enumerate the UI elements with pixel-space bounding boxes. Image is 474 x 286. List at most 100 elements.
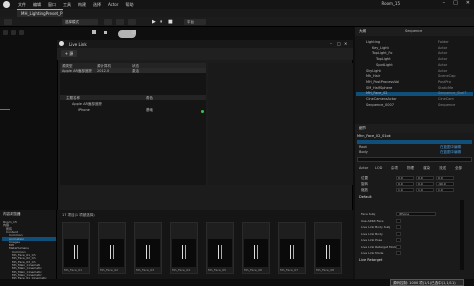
section-live-retarget[interactable]: Live Retarget bbox=[359, 258, 382, 262]
menu-window[interactable]: 窗口 bbox=[48, 2, 56, 8]
subject-name-header[interactable]: 主题名称 bbox=[66, 96, 80, 101]
details-tab[interactable]: 全部 bbox=[455, 166, 462, 171]
window-controls: – □ ✕ bbox=[443, 0, 470, 6]
pause-icon[interactable]: ⏸ bbox=[160, 19, 163, 25]
transform-field[interactable]: 1.0 bbox=[436, 188, 454, 192]
transform-label: 旋转 bbox=[361, 182, 368, 186]
source-machine: 2012.0 bbox=[97, 69, 110, 73]
item-count: 17 项目(1 项被选择) bbox=[62, 213, 95, 217]
add-source-button[interactable]: + 源 bbox=[61, 50, 77, 57]
mode-select-button[interactable]: 选择模式 bbox=[62, 19, 98, 25]
details-search[interactable] bbox=[357, 157, 472, 162]
asset-thumbnail bbox=[100, 239, 124, 267]
close-icon[interactable]: ✕ bbox=[344, 41, 347, 46]
perspective-icon[interactable] bbox=[11, 30, 16, 35]
level-tab[interactable]: MH_LightingPreset_P bbox=[17, 9, 63, 17]
save-icon[interactable] bbox=[4, 19, 12, 25]
blueprint-icon[interactable] bbox=[116, 19, 124, 25]
edit-in-blueprint-link[interactable]: 在蓝图中编辑 bbox=[440, 150, 461, 155]
light-icon bbox=[92, 30, 96, 34]
menu-build[interactable]: 构建 bbox=[78, 2, 86, 8]
metahuman-figure-icon bbox=[146, 245, 150, 259]
outliner-item[interactable]: CineCameraActor bbox=[366, 97, 397, 101]
asset-thumbnail bbox=[172, 239, 196, 267]
outliner-item[interactable]: SM_HalfSphere bbox=[366, 86, 392, 90]
menu-select[interactable]: 选择 bbox=[93, 2, 101, 8]
asset-tile[interactable]: Mh_Face_07 bbox=[278, 222, 306, 274]
transform-value: 0.0 bbox=[418, 182, 423, 186]
close-icon[interactable]: ✕ bbox=[466, 0, 470, 6]
livelink-property: Live Link Mode bbox=[361, 251, 384, 255]
play-icon[interactable]: ▶ bbox=[152, 19, 156, 25]
details-tab[interactable]: Actor bbox=[359, 166, 368, 170]
cinematics-icon[interactable] bbox=[128, 19, 136, 25]
face-subject-dropdown[interactable]: iPhone bbox=[396, 212, 436, 216]
details-title: 细节 bbox=[359, 126, 366, 130]
details-tab[interactable]: 物理 bbox=[407, 166, 414, 171]
outliner-item[interactable]: SpotLight bbox=[376, 63, 393, 67]
outliner-item[interactable]: Sequence_0007 bbox=[366, 103, 394, 107]
subject-iphone[interactable]: iPhone bbox=[78, 108, 90, 112]
transform-field[interactable]: 0.0 bbox=[436, 176, 454, 180]
outliner-item[interactable]: SkyLight bbox=[366, 69, 381, 73]
minimize-icon[interactable]: – bbox=[330, 41, 332, 46]
outliner-item[interactable]: TopLight bbox=[376, 57, 391, 61]
livelink-checkbox[interactable] bbox=[396, 251, 401, 255]
outliner-item[interactable]: Mh_Hair bbox=[366, 74, 380, 78]
component-body[interactable]: Body bbox=[359, 150, 368, 154]
transform-value: 1.0 bbox=[438, 188, 443, 192]
livelink-checkbox[interactable] bbox=[396, 225, 401, 229]
menu-actor[interactable]: Actor bbox=[108, 2, 119, 7]
outliner-item[interactable]: Lighting bbox=[366, 40, 380, 44]
livelink-checkbox[interactable] bbox=[396, 238, 401, 242]
asset-tile[interactable]: Mh_Face_08 bbox=[314, 222, 342, 274]
asset-tile[interactable]: Mh_Face_04 bbox=[170, 222, 198, 274]
maximize-icon[interactable]: □ bbox=[337, 41, 341, 46]
asset-tile[interactable]: Mh_Face_06 bbox=[242, 222, 270, 274]
outliner-item[interactable]: MH_Face_02 bbox=[366, 91, 388, 95]
transform-field[interactable]: 0.0 bbox=[416, 182, 434, 186]
viewport-menu-icon[interactable] bbox=[3, 30, 8, 35]
menu-help[interactable]: 帮助 bbox=[126, 2, 134, 8]
asset-tile[interactable]: Mh_Face_01 bbox=[62, 222, 90, 274]
subject-role-header[interactable]: 角色 bbox=[146, 96, 153, 101]
details-tab[interactable]: 流送 bbox=[439, 166, 446, 171]
subject-group[interactable]: Apple AR面部追踪 bbox=[72, 102, 102, 107]
outliner-item[interactable]: Key_Light bbox=[372, 46, 389, 50]
menu-tools[interactable]: 工具 bbox=[63, 2, 71, 8]
transform-field[interactable]: -90.0 bbox=[436, 182, 454, 186]
transform-field[interactable]: 0.0 bbox=[396, 176, 414, 180]
component-root[interactable]: Root bbox=[359, 145, 367, 149]
subject-role: 基础 bbox=[146, 108, 153, 112]
actor-name[interactable]: Mhn_Face_02_01ok bbox=[357, 134, 391, 138]
asset-tile[interactable]: Mh_Face_03 bbox=[134, 222, 162, 274]
transform-field[interactable]: 0.0 bbox=[416, 176, 434, 180]
add-actor-icon[interactable] bbox=[104, 19, 112, 25]
livelink-checkbox[interactable] bbox=[396, 231, 401, 236]
menu-edit[interactable]: 编辑 bbox=[33, 2, 41, 8]
menu-file[interactable]: 文件 bbox=[18, 2, 26, 8]
transform-field[interactable]: 1.0 bbox=[416, 188, 434, 192]
details-tab[interactable]: LOD bbox=[375, 166, 382, 170]
minimize-icon[interactable]: – bbox=[443, 0, 446, 6]
livelink-checkbox[interactable] bbox=[396, 244, 401, 249]
platform-button[interactable]: 平台 bbox=[184, 19, 206, 25]
outliner-item-type: Sequence bbox=[438, 102, 456, 107]
livelink-checkbox[interactable] bbox=[396, 218, 401, 223]
unreal-logo-icon[interactable] bbox=[3, 1, 10, 8]
details-tab[interactable]: 杂项 bbox=[391, 166, 398, 171]
outliner-item[interactable]: TopLight_Fo bbox=[372, 51, 392, 55]
stop-icon[interactable]: ■ bbox=[168, 19, 173, 25]
outliner-type-header[interactable]: Sequence bbox=[405, 29, 422, 33]
lit-mode-icon[interactable] bbox=[19, 30, 24, 35]
transform-field[interactable]: 1.0 bbox=[396, 188, 414, 192]
section-default[interactable]: Default bbox=[359, 195, 372, 199]
menu-bar: 文件 编辑 窗口 工具 构建 选择 Actor 帮助 bbox=[0, 0, 474, 9]
outliner-item[interactable]: MH_PostProcessVol bbox=[366, 80, 399, 84]
transform-field[interactable]: 0.0 bbox=[396, 182, 414, 186]
details-tab[interactable]: 渲染 bbox=[423, 166, 430, 171]
asset-tile[interactable]: Mh_Face_02 bbox=[98, 222, 126, 274]
maximize-icon[interactable]: □ bbox=[453, 0, 458, 6]
details-scrollbar[interactable] bbox=[460, 200, 464, 270]
asset-tile[interactable]: Mh_Face_05 bbox=[206, 222, 234, 274]
